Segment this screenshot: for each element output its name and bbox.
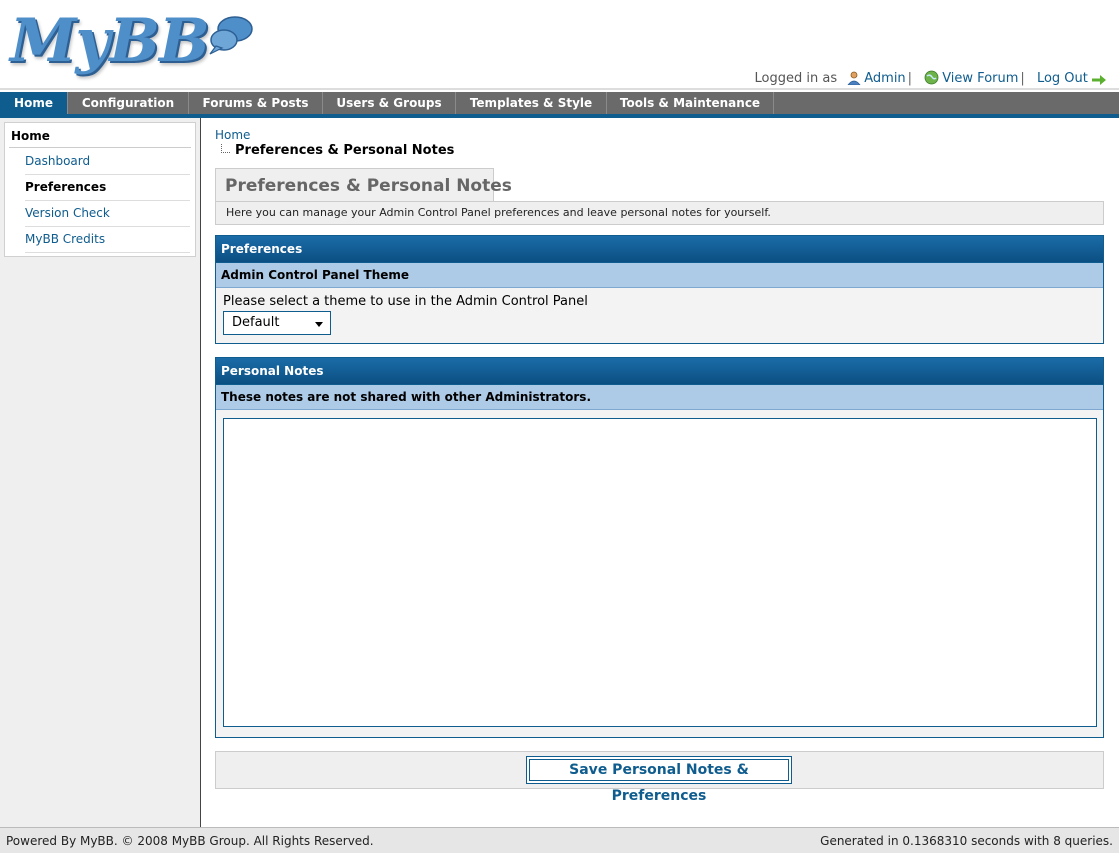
personal-notes-textarea[interactable]	[223, 418, 1097, 727]
log-out-link[interactable]: Log Out	[1037, 71, 1088, 86]
sidebar-item-preferences[interactable]: Preferences	[25, 174, 190, 201]
arrow-right-icon	[1092, 74, 1106, 89]
menu-tab-configuration[interactable]: Configuration	[68, 92, 189, 114]
speech-bubble-icon	[209, 16, 253, 55]
footer: Powered By MyBB. © 2008 MyBB Group. All …	[0, 827, 1119, 853]
menu-tab-home[interactable]: Home	[0, 92, 68, 114]
page-description-text: Here you can manage your Admin Control P…	[226, 206, 771, 219]
breadcrumb-home[interactable]: Home	[215, 128, 250, 142]
theme-select-value: Default	[232, 315, 280, 330]
logged-in-label: Logged in as	[754, 71, 838, 86]
footer-generation-stats: Generated in 0.1368310 seconds with 8 qu…	[820, 834, 1113, 848]
page-description: Here you can manage your Admin Control P…	[215, 201, 1104, 225]
menu-tab-tools-maintenance[interactable]: Tools & Maintenance	[607, 92, 774, 114]
menu-tab-users-groups[interactable]: Users & Groups	[323, 92, 456, 114]
main-menu: Home Configuration Forums & Posts Users …	[0, 92, 1119, 114]
menu-tab-templates-style[interactable]: Templates & Style	[456, 92, 607, 114]
notes-subheading: These notes are not shared with other Ad…	[216, 384, 1103, 410]
theme-subheading: Admin Control Panel Theme	[216, 262, 1103, 288]
view-forum-link[interactable]: View Forum	[942, 71, 1018, 86]
sidebar-item-mybb-credits[interactable]: MyBB Credits	[25, 226, 190, 253]
user-link[interactable]: Admin	[864, 71, 905, 86]
dropdown-arrow-icon	[315, 322, 323, 327]
breadcrumb-connector	[221, 144, 230, 153]
theme-select[interactable]: Default	[223, 311, 331, 335]
notes-heading: Personal Notes	[216, 358, 1103, 384]
sidebar-item-dashboard[interactable]: Dashboard	[25, 148, 190, 175]
theme-label: Please select a theme to use in the Admi…	[223, 294, 588, 309]
save-button[interactable]: Save Personal Notes & Preferences	[526, 756, 792, 804]
mybb-logo[interactable]: MyBB	[8, 6, 253, 80]
header-divider	[0, 88, 1119, 90]
sidebar: Home Dashboard Preferences Version Check…	[0, 118, 201, 827]
sidebar-title: Home	[11, 129, 50, 143]
preferences-heading: Preferences	[216, 236, 1103, 262]
footer-copyright: Powered By MyBB. © 2008 MyBB Group. All …	[6, 834, 374, 848]
menu-tab-forums-posts[interactable]: Forums & Posts	[189, 92, 323, 114]
header: MyBB Logged in as Admin | View Forum | Log…	[0, 0, 1119, 92]
globe-icon	[924, 70, 939, 89]
preferences-panel: Preferences Admin Control Panel Theme Pl…	[215, 235, 1104, 344]
logo-text: MyBB	[10, 6, 210, 76]
page-title: Preferences & Personal Notes	[225, 176, 512, 196]
sidebar-nav-box: Home Dashboard Preferences Version Check…	[4, 122, 196, 257]
page-tab: Preferences & Personal Notes	[215, 168, 512, 201]
breadcrumb-current: Preferences & Personal Notes	[235, 143, 455, 158]
personal-notes-panel: Personal Notes These notes are not share…	[215, 357, 1104, 738]
sidebar-item-version-check[interactable]: Version Check	[25, 200, 190, 227]
user-welcome: Logged in as Admin | View Forum | Log Out	[755, 70, 1109, 89]
form-submit-bar: Save Personal Notes & Preferences	[215, 751, 1104, 804]
user-icon	[847, 71, 862, 89]
